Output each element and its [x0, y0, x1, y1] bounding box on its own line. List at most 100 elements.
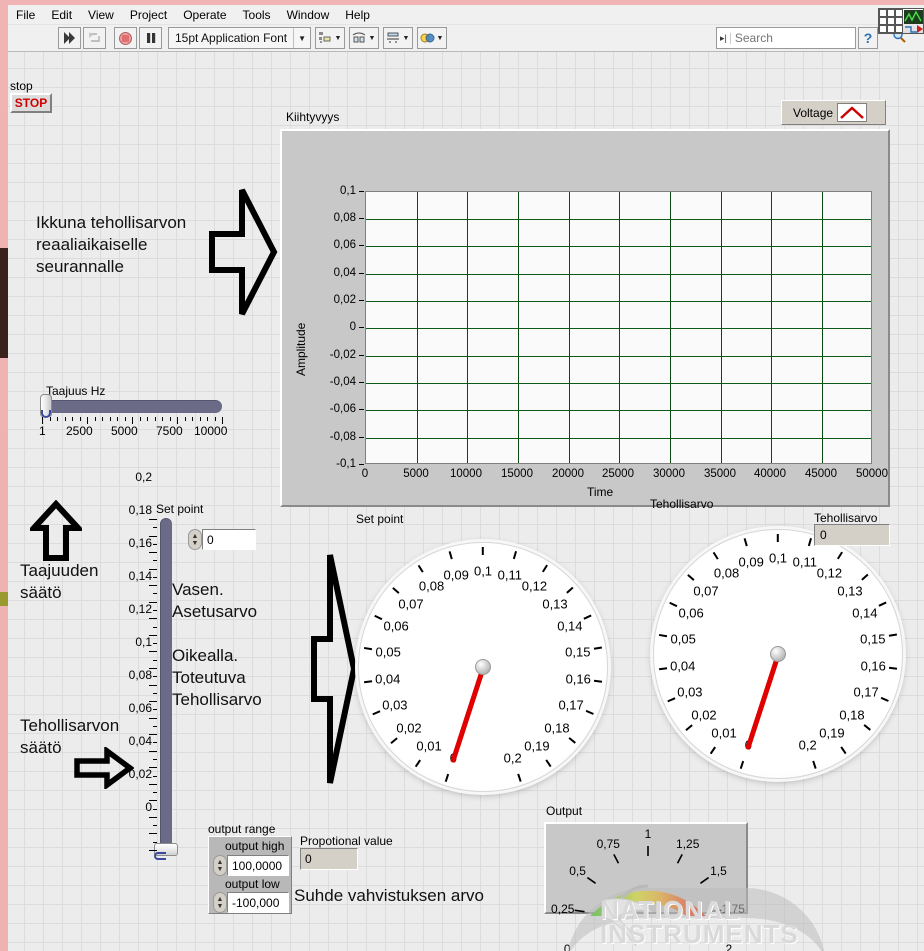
output-high-spinner[interactable]: ▲ ▼	[213, 855, 227, 876]
setpoint-tick-mark	[149, 833, 157, 835]
run-arrow-icon[interactable]	[58, 27, 81, 49]
menu-item-help[interactable]: Help	[337, 5, 378, 25]
frequency-slider-track[interactable]	[42, 400, 222, 413]
spinner-up-icon[interactable]: ▲	[217, 896, 224, 903]
gauge-rms[interactable]: 00,010,020,030,040,050,060,070,080,090,1…	[643, 519, 913, 789]
gauge-tick-label: 0,11	[497, 567, 522, 583]
chart-legend[interactable]: Voltage	[781, 100, 886, 125]
gauge-tick-label: 0,1	[768, 550, 788, 566]
window-top-border	[0, 0, 924, 5]
menu-item-operate[interactable]: Operate	[175, 5, 234, 25]
setpoint-numeric-control[interactable]: ▲ ▼ 0	[188, 529, 256, 550]
gauge-tick-label: 0,13	[542, 596, 568, 611]
output-low-value[interactable]: -100,000	[227, 892, 289, 913]
output-range-cluster[interactable]: output high ▲ ▼ 100,0000 output low ▲ ▼ …	[208, 836, 292, 914]
setpoint-tick-mark	[153, 709, 157, 711]
waveform-chart[interactable]: Amplitude 0,1 0,08 0,06 0,04 0,02 0 -0,0…	[280, 129, 890, 507]
menu-item-file[interactable]: File	[8, 5, 43, 25]
chevron-down-icon[interactable]: ▼	[402, 28, 411, 48]
ni-watermark-line2: INSTRUMENTS	[600, 919, 799, 949]
distribute-objects-icon[interactable]: ▼	[349, 27, 379, 49]
chart-plot-area[interactable]	[365, 191, 872, 464]
frequency-tick-mark	[94, 417, 96, 421]
frequency-tick-mark	[102, 417, 103, 421]
output-meter[interactable]: 0 0,25 0,5 0,75 1 1,25 1,5 1,75 2	[544, 822, 748, 951]
gauge-tick-label: 0,12	[816, 565, 843, 581]
setpoint-tick-label: 0,1	[135, 635, 152, 649]
chevron-down-icon[interactable]: ▼	[334, 28, 343, 48]
gauge-tick-label: 0,17	[558, 697, 584, 713]
menu-item-project[interactable]: Project	[122, 5, 175, 25]
reorder-objects-icon[interactable]: ▼	[417, 27, 447, 49]
chevron-down-icon[interactable]: ▼	[436, 28, 445, 48]
x-tick-label: 40000	[754, 468, 786, 480]
spinner-up-icon[interactable]: ▲	[217, 859, 224, 866]
menu-item-view[interactable]: View	[80, 5, 122, 25]
spinner-down-icon[interactable]: ▼	[217, 866, 224, 873]
note-proportional: Suhde vahvistuksen arvo	[294, 886, 484, 905]
search-box[interactable]: ▸|	[716, 27, 906, 49]
setpoint-tick-mark	[153, 643, 157, 645]
output-low-control[interactable]: ▲ ▼ -100,000	[213, 892, 289, 913]
align-objects-icon[interactable]: ▼	[315, 27, 345, 49]
spinner-up-icon[interactable]: ▲	[192, 533, 199, 540]
setpoint-tick-mark	[153, 527, 157, 529]
abort-execution-icon[interactable]	[114, 27, 137, 49]
gauge-tick-label: 0,06	[678, 605, 704, 621]
setpoint-tick-mark	[149, 585, 157, 587]
gridline-v	[569, 192, 570, 463]
setpoint-slider-track[interactable]	[160, 518, 172, 850]
y-tick-label: 0	[349, 321, 356, 333]
y-tick-label: 0,06	[333, 239, 356, 251]
menu-item-edit[interactable]: Edit	[43, 5, 80, 25]
y-tick-label: 0,02	[333, 294, 356, 306]
gauge-tick-label: 0,16	[565, 671, 591, 687]
gauge-tick-label: 0,09	[738, 554, 764, 570]
setpoint-tick-mark	[153, 725, 157, 727]
help-button[interactable]: ?	[858, 27, 878, 49]
output-high-value[interactable]: 100,0000	[227, 855, 289, 876]
setpoint-tick-mark	[149, 568, 157, 570]
setpoint-tick-mark	[149, 634, 157, 636]
setpoint-tick-mark	[149, 750, 157, 752]
stop-button[interactable]: STOP	[10, 93, 52, 113]
gauge-hub	[770, 646, 786, 662]
run-continuously-icon[interactable]	[83, 27, 106, 49]
arrow-right-to-chart-icon	[209, 188, 278, 316]
connector-pane-icon[interactable]	[878, 8, 904, 34]
y-tick-label: -0,02	[329, 349, 356, 361]
menu-item-tools[interactable]: Tools	[235, 5, 279, 25]
setpoint-spinner[interactable]: ▲ ▼	[188, 529, 202, 550]
legend-plot-name[interactable]: Voltage	[785, 106, 833, 120]
spinner-down-icon[interactable]: ▼	[192, 540, 199, 547]
legend-plot-style-icon[interactable]	[837, 103, 868, 122]
setpoint-tick-mark	[153, 692, 157, 694]
window-left-border	[0, 0, 8, 951]
gauge-rms-title: Tehollisarvo	[650, 497, 714, 511]
spinner-down-icon[interactable]: ▼	[217, 903, 224, 910]
setpoint-tick-mark	[153, 576, 157, 578]
chevron-down-icon[interactable]: ▼	[368, 28, 377, 48]
chevron-down-icon[interactable]: ▼	[293, 28, 310, 48]
frequency-tick-mark	[177, 417, 178, 424]
output-high-control[interactable]: ▲ ▼ 100,0000	[213, 855, 289, 876]
resize-objects-icon[interactable]: ▼	[383, 27, 413, 49]
gauge-tick-label: 0,09	[443, 567, 469, 583]
setpoint-numeric-value[interactable]: 0	[202, 529, 256, 550]
output-low-spinner[interactable]: ▲ ▼	[213, 892, 227, 913]
pause-icon[interactable]	[139, 27, 162, 49]
pause-glyph	[146, 33, 155, 43]
setpoint-tick-mark	[149, 651, 157, 653]
gauge-setpoint[interactable]: 00,010,020,030,040,050,060,070,080,090,1…	[348, 532, 618, 802]
arrow-up-to-frequency-icon	[30, 500, 82, 561]
vi-icon[interactable]	[902, 8, 924, 34]
gauge-tick-label: 0,2	[503, 750, 522, 766]
output-meter-pivot-dome	[612, 884, 649, 916]
setpoint-tick-mark	[153, 758, 157, 760]
setpoint-tick-mark	[149, 618, 157, 620]
frequency-tick-mark	[199, 417, 201, 421]
font-selector[interactable]: 15pt Application Font ▼	[168, 27, 311, 49]
frequency-tick-label: 1	[39, 424, 46, 438]
menu-item-window[interactable]: Window	[279, 5, 338, 25]
search-scope-icon[interactable]: ▸|	[717, 32, 731, 44]
